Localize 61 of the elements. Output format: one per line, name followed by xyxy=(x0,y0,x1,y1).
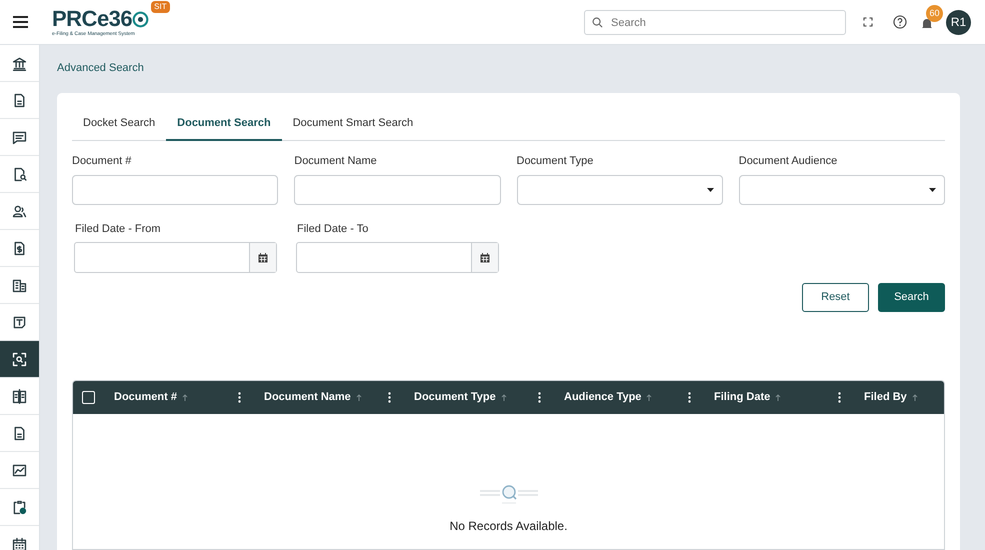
search-icon xyxy=(592,16,603,28)
target-icon xyxy=(132,10,150,28)
empty-message: No Records Available. xyxy=(450,518,568,535)
sort-arrow-icon[interactable] xyxy=(356,394,362,401)
kebab-menu-icon[interactable] xyxy=(538,392,541,403)
search-field[interactable]: Search xyxy=(584,10,846,35)
kebab-menu-icon[interactable] xyxy=(838,392,841,403)
sidebar-item[interactable] xyxy=(0,341,39,378)
empty-search-icon xyxy=(478,483,540,505)
chat-icon xyxy=(11,128,28,146)
field-label: Document Audience xyxy=(738,154,838,168)
text-box-icon xyxy=(11,314,28,330)
menu-icon[interactable] xyxy=(12,15,29,29)
select-all-checkbox[interactable] xyxy=(82,391,95,404)
scan-search-icon xyxy=(11,350,28,368)
reset-button[interactable]: Reset xyxy=(802,283,869,312)
kebab-menu-icon[interactable] xyxy=(238,392,241,403)
input-field[interactable] xyxy=(294,175,500,205)
input-field[interactable] xyxy=(72,175,278,205)
tab[interactable]: Docket Search xyxy=(72,107,166,141)
sort-arrow-icon[interactable] xyxy=(775,394,782,401)
calendar-icon[interactable] xyxy=(480,252,490,262)
chart-icon xyxy=(11,462,28,478)
help-icon[interactable] xyxy=(893,15,907,29)
kebab-menu-icon[interactable] xyxy=(688,392,691,403)
field-label: Filed Date - From xyxy=(75,222,162,236)
users-icon xyxy=(11,202,28,220)
field-label: Document # xyxy=(72,154,132,168)
bell-icon[interactable] xyxy=(921,17,933,30)
sort-arrow-icon[interactable] xyxy=(500,394,507,401)
caret-icon xyxy=(929,188,936,192)
tab[interactable]: Document Search xyxy=(166,107,282,141)
logo-text: PRCe36 xyxy=(52,7,132,31)
building-icon xyxy=(11,276,28,294)
notification-badge: 60 xyxy=(926,5,943,22)
fullscreen-icon[interactable] xyxy=(863,17,873,27)
column-header[interactable]: Document # xyxy=(114,389,177,406)
column-header[interactable]: Filing Date xyxy=(714,389,770,406)
sort-arrow-icon[interactable] xyxy=(646,394,652,401)
date-field[interactable] xyxy=(74,242,277,273)
column-header[interactable]: Audience Type xyxy=(564,389,642,406)
environment-badge: SIT xyxy=(151,1,170,13)
clipboard-clock-icon xyxy=(11,498,28,516)
kebab-menu-icon[interactable] xyxy=(388,392,391,403)
column-header[interactable]: Document Name xyxy=(264,389,351,406)
caret-icon xyxy=(706,188,714,192)
sort-arrow-icon[interactable] xyxy=(912,394,918,401)
date-field[interactable] xyxy=(296,242,499,273)
user-avatar[interactable]: R1 xyxy=(946,10,971,34)
book-icon xyxy=(11,388,28,404)
search-button[interactable]: Search xyxy=(878,283,945,312)
calendar-icon[interactable] xyxy=(258,252,268,262)
field-label: Filed Date - To xyxy=(297,222,370,236)
tab[interactable]: Document Smart Search xyxy=(282,107,424,141)
breadcrumb[interactable]: Advanced Search xyxy=(57,61,960,75)
sort-arrow-icon[interactable] xyxy=(182,394,188,401)
calendar-icon xyxy=(11,536,28,550)
field-label: Document Name xyxy=(294,154,378,168)
field-label: Document Type xyxy=(516,154,594,168)
column-header[interactable]: Document Type xyxy=(414,389,496,406)
column-header[interactable]: Filed By xyxy=(864,389,907,406)
